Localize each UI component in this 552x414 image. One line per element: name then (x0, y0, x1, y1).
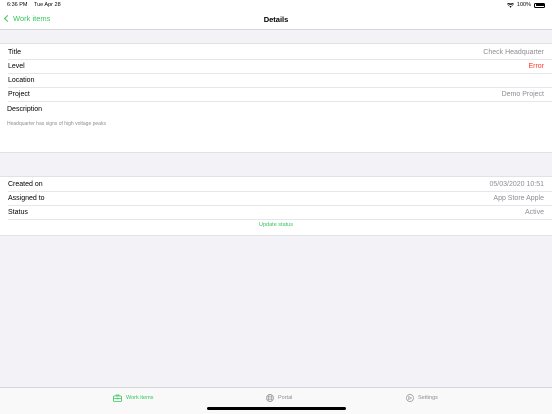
tab-work-items[interactable]: Work items (113, 394, 153, 402)
row-label: Title (8, 48, 21, 56)
row-value: Demo Project (501, 90, 544, 98)
tab-label: Work items (126, 395, 154, 401)
row-divider (8, 219, 552, 220)
detail-row-level: Level Error (0, 59, 552, 73)
row-value: Error (528, 62, 544, 70)
description-label: Description (7, 106, 43, 113)
row-label: Assigned to (8, 194, 45, 202)
row-value: Active (524, 208, 544, 216)
detail-row-project: Project Demo Project (0, 87, 552, 101)
battery-icon (534, 2, 545, 8)
tab-settings[interactable]: Settings (406, 394, 438, 402)
meta-row-created-on: Created on 05/03/2020 10:51 (0, 177, 552, 191)
status-bar-right: 100% (506, 2, 545, 8)
tab-label: Portal (278, 395, 293, 401)
status-bar-left: 6:36 PM Tue Apr 28 (7, 2, 66, 8)
details-section: Title Check Headquarter Level Error Loca… (0, 43, 552, 153)
row-divider (8, 101, 552, 102)
row-value: 05/03/2020 10:51 (489, 180, 545, 188)
navigation-bar: Work items Details (0, 10, 552, 30)
globe-icon (266, 394, 274, 402)
battery-percent: 100% (516, 2, 531, 8)
detail-row-location: Location (0, 73, 552, 87)
status-bar: 6:36 PM Tue Apr 28 100% (0, 0, 552, 10)
row-value: Check Headquarter (483, 48, 544, 56)
detail-row-title: Title Check Headquarter (0, 45, 552, 59)
status-date: Tue Apr 28 (33, 2, 61, 8)
gear-icon (406, 394, 414, 402)
description-text: Headquarter has signs of high voltage pe… (7, 121, 106, 127)
row-label: Level (8, 62, 25, 70)
home-indicator[interactable] (207, 407, 346, 410)
row-label: Created on (8, 180, 43, 188)
row-label: Status (8, 208, 28, 216)
tab-label: Settings (418, 395, 438, 401)
row-label: Location (8, 76, 35, 84)
status-time: 6:36 PM (7, 2, 28, 8)
row-value: App Store Apple (493, 194, 544, 202)
update-status-button[interactable]: Update status (0, 222, 552, 228)
meta-row-status: Status Active (0, 205, 552, 219)
wifi-icon (506, 2, 514, 8)
toolbox-icon (113, 394, 122, 402)
meta-section: Created on 05/03/2020 10:51 Assigned to … (0, 176, 552, 236)
page-title: Details (263, 15, 289, 24)
row-label: Project (8, 90, 30, 98)
meta-row-assigned-to: Assigned to App Store Apple (0, 191, 552, 205)
tab-portal[interactable]: Portal (266, 394, 292, 402)
